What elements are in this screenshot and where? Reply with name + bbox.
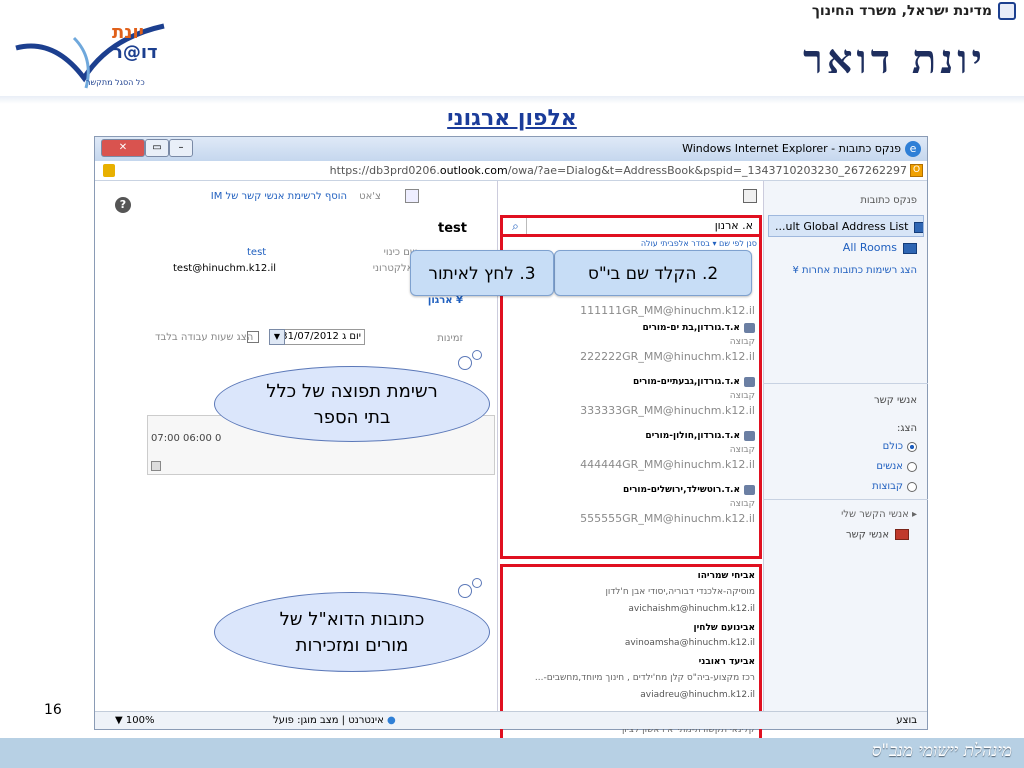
email-value: test@hinuchm.k12.il	[173, 263, 277, 274]
thought-bubble	[472, 578, 482, 588]
date-picker[interactable]: יום ג 31/07/2012	[273, 329, 365, 345]
global-address-list-item[interactable]: ...ult Global Address List	[768, 215, 924, 237]
state-emblem-icon	[998, 2, 1016, 20]
divider	[764, 383, 928, 384]
chat-icon[interactable]	[405, 189, 419, 203]
page-number: 16	[44, 702, 62, 718]
status-bar: בוצע ● אינטרנט | מצב מוגן: פועל ▼ 100%	[95, 711, 927, 729]
callout-step2: 2. הקלד שם בי"ס	[554, 250, 752, 296]
footer-band: מינהלת יישומי מנב"ס	[0, 738, 1024, 768]
brand-title: יונת דואר	[803, 36, 986, 83]
address-books-pane: פנקס כתובות ...ult Global Address List A…	[763, 181, 928, 711]
group-icon	[744, 484, 755, 495]
contact-name: test	[438, 221, 467, 236]
my-contacts-header[interactable]: ▸ אנשי הקשר שלי	[841, 509, 917, 520]
window-title: פנקס כתובות - Windows Internet Explorer	[682, 142, 901, 155]
list-item[interactable]: א.ד.רוטשילד,ירושלים-מורים קבוצה 555555GR…	[503, 483, 755, 527]
date-dropdown-button[interactable]: ▼	[269, 329, 285, 345]
search-input[interactable]: א. ארנון	[715, 219, 753, 232]
group-icon	[744, 430, 755, 441]
list-item[interactable]: א.ד.גורדון,גבעתיים-מורים קבוצה 333333GR_…	[503, 375, 755, 419]
divider	[764, 499, 928, 500]
logo-line1: יונת	[112, 22, 144, 43]
list-item[interactable]: אביעד ראובני רכז מקצוע-ביה"ס קלן מח'ילדי…	[503, 655, 755, 703]
address-book-icon	[914, 221, 923, 233]
status-ready: בוצע	[896, 715, 917, 726]
list-item[interactable]: א.ד.גורדון,חולון-מורים קבוצה 444444GR_MM…	[503, 429, 755, 473]
group-icon	[744, 322, 755, 333]
address-bar[interactable]: https://db3prd0206.outlook.com/owa/?ae=D…	[95, 161, 927, 181]
thought-bubble	[458, 584, 472, 598]
radio-people[interactable]: אנשים	[876, 461, 917, 472]
security-zone: ● אינטרנט | מצב מוגן: פועל	[273, 715, 396, 726]
close-button[interactable]: ✕	[101, 139, 145, 157]
help-icon[interactable]: ?	[115, 197, 131, 213]
logo-subtitle: כל הסגל מתקשר	[86, 78, 145, 87]
lock-icon	[103, 164, 115, 177]
url-text[interactable]: https://db3prd0206.outlook.com/owa/?ae=D…	[330, 164, 907, 177]
show-label: הצג:	[897, 423, 917, 434]
ministry-text: מדינת ישראל, משרד החינוך	[811, 3, 992, 19]
search-box[interactable]: ⌕ א. ארנון	[500, 215, 762, 237]
availability-label: זמינות	[437, 333, 463, 344]
thought-bubble	[458, 356, 472, 370]
list-item[interactable]: א.ד.גורדון,בת ים-מורים קבוצה 222222GR_MM…	[503, 321, 755, 365]
ministry-header: מדינת ישראל, משרד החינוך	[812, 2, 1016, 20]
footer-text: מינהלת יישומי מנב"ס	[871, 741, 1012, 761]
list-item[interactable]: 111111GR_MM@hinuchm.k12.il	[503, 303, 755, 319]
thought-bubble	[472, 350, 482, 360]
group-icon	[744, 376, 755, 387]
chat-label[interactable]: צ'אט	[359, 191, 381, 202]
radio-all[interactable]: כולם	[883, 441, 917, 452]
cloud-callout-teachers: כתובות הדוא"ל של מורים ומזכירות	[214, 592, 490, 672]
header-band	[0, 96, 1024, 104]
search-icon[interactable]: ⌕	[505, 218, 527, 234]
logo-line2: דו@ר	[112, 42, 158, 63]
address-book-title: פנקס כתובות	[860, 195, 917, 206]
globe-icon: ●	[386, 715, 396, 726]
display-name-value: test	[247, 247, 267, 258]
radio-groups[interactable]: קבוצות	[872, 481, 917, 492]
title-bar: ✕ ▭ – פנקס כתובות - Windows Internet Exp…	[95, 137, 927, 161]
callout-step3: 3. לחץ לאיתור	[410, 250, 554, 296]
radio-selected-icon	[907, 441, 917, 452]
contacts-header: אנשי קשר	[873, 395, 917, 406]
work-hours-label: הצג שעות עבודה בלבד	[155, 332, 254, 343]
add-to-im-link[interactable]: הוסף לרשימת אנשי קשר של IM	[211, 191, 347, 202]
radio-icon	[907, 481, 917, 492]
zoom-level[interactable]: ▼ 100%	[115, 715, 154, 726]
schedule-scroll-left[interactable]	[151, 461, 161, 471]
schedule-times: 07:00 06:00 0	[151, 433, 222, 444]
address-book-icon	[903, 242, 917, 254]
minimize-button[interactable]: –	[169, 139, 193, 157]
maximize-button[interactable]: ▭	[145, 139, 169, 157]
list-view-icon[interactable]	[743, 189, 757, 203]
all-rooms-item[interactable]: All Rooms	[843, 241, 917, 254]
ie-icon: e	[905, 141, 921, 157]
list-item[interactable]: אבינועם שלחין avinoamsha@hinuchm.k12.il	[503, 621, 755, 651]
radio-icon	[907, 461, 917, 472]
other-lists-link[interactable]: הצג רשימות כתובות אחרות ¥	[792, 265, 917, 276]
compat-icon[interactable]: O	[910, 164, 923, 177]
list-item[interactable]: אביחי שמריהו מוסיקה-אלכנדי דבוריה,יסודי …	[503, 569, 755, 617]
contacts-folder-icon	[895, 529, 909, 540]
slide-title: אלפון ארגוני	[447, 106, 577, 131]
contacts-folder-item[interactable]: אנשי קשר	[846, 529, 909, 541]
slide: מדינת ישראל, משרד החינוך יונת דואר יונת …	[0, 0, 1024, 768]
cloud-callout-schools: רשימת תפוצה של כלל בתי הספר	[214, 366, 490, 442]
